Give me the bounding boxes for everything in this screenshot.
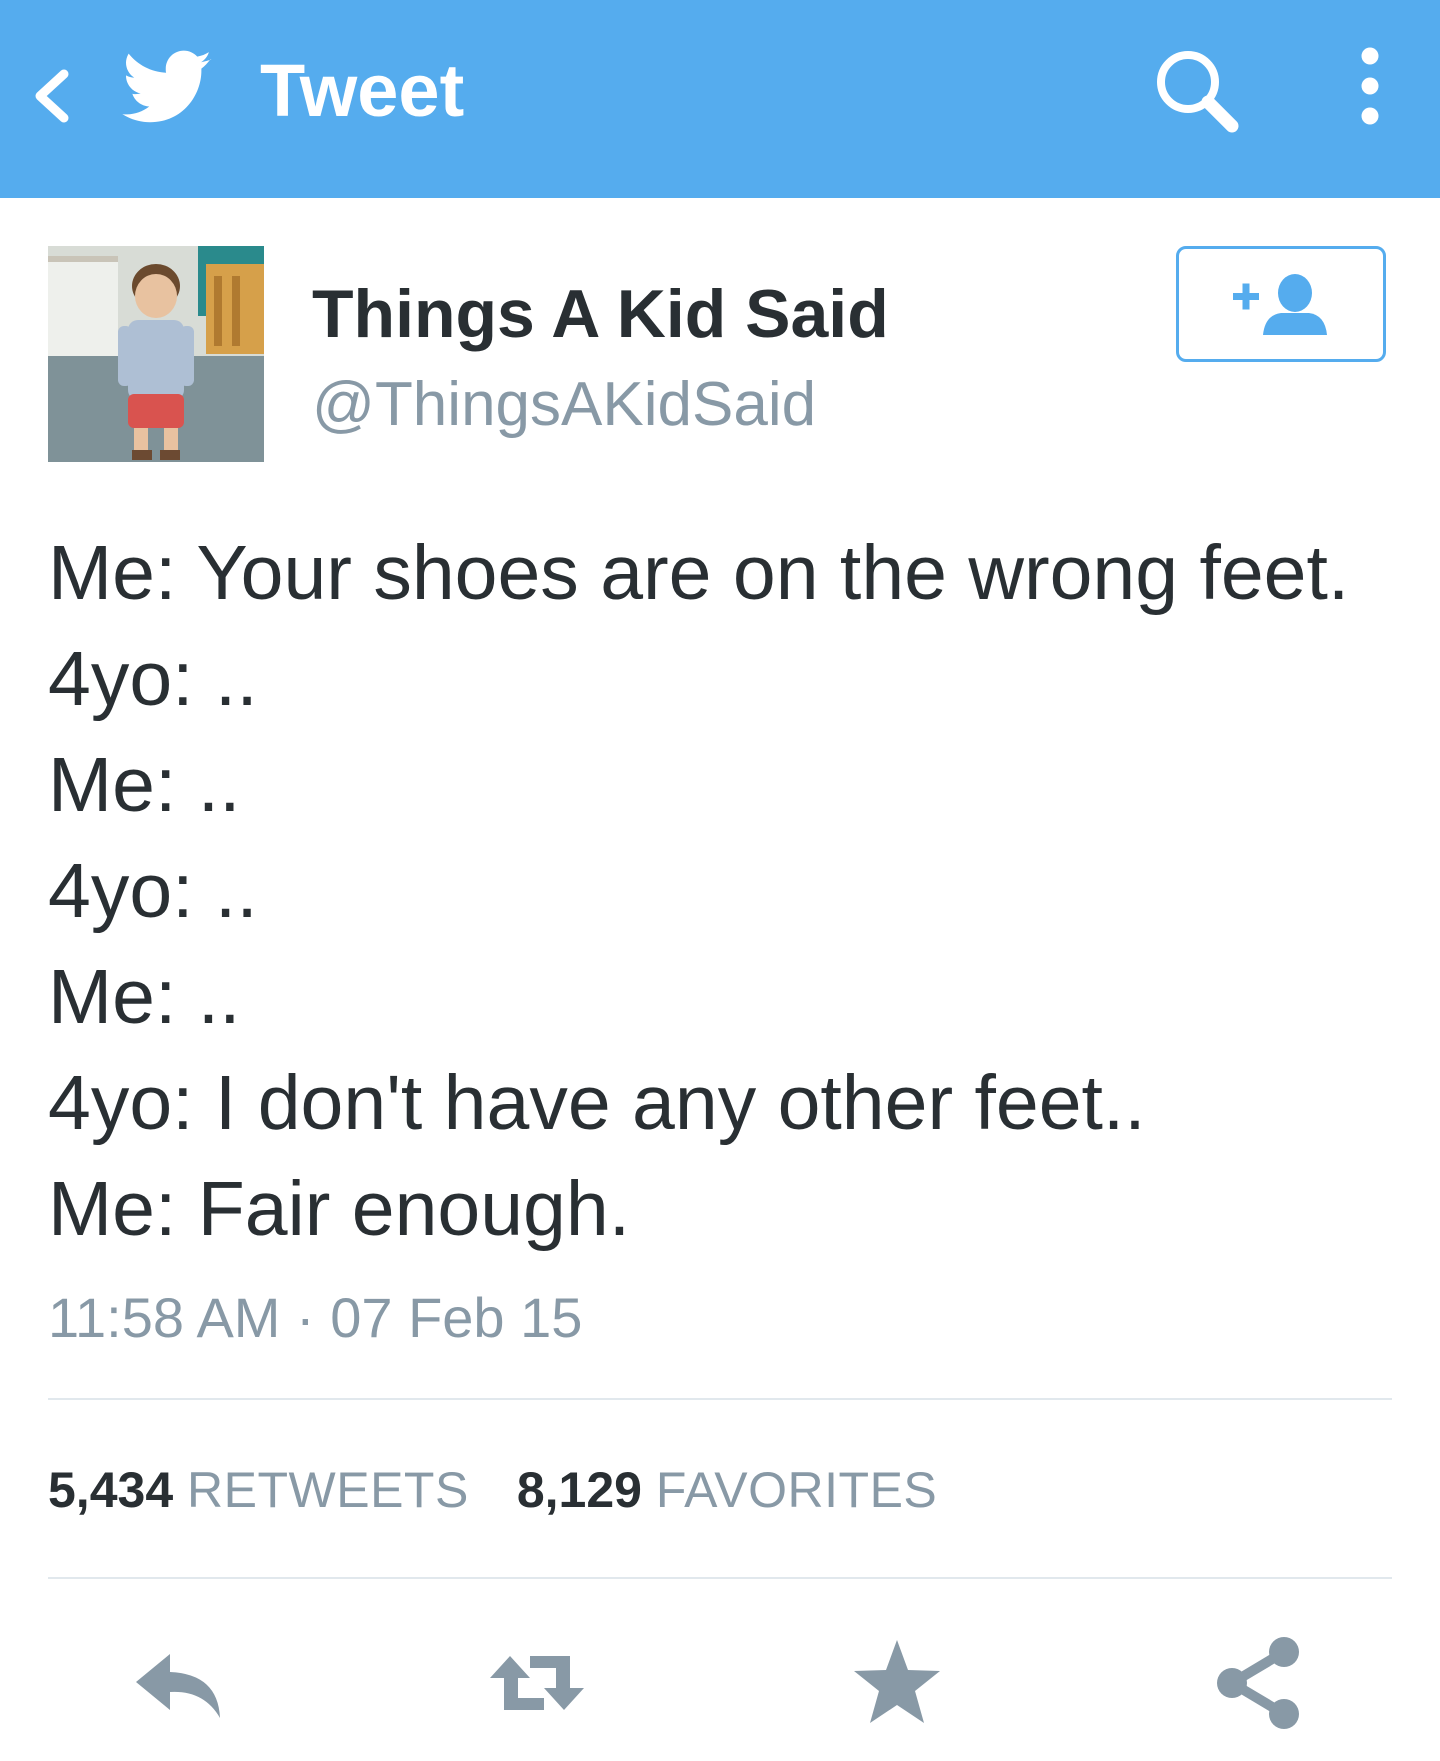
search-button[interactable] (1148, 42, 1248, 142)
tweet-timestamp: 11:58 AM · 07 Feb 15 (48, 1286, 583, 1349)
retweets-stat[interactable]: 5,434 RETWEETS (48, 1462, 469, 1518)
more-options-button[interactable] (1340, 40, 1400, 150)
tweet-line: 4yo: .. (48, 636, 258, 722)
share-button[interactable] (1202, 1628, 1312, 1738)
more-vertical-icon (1361, 47, 1379, 125)
author-handle[interactable]: @ThingsAKidSaid (312, 366, 816, 444)
tweet-line: Me: .. (48, 954, 241, 1040)
search-icon (1157, 51, 1239, 133)
share-icon (1217, 1637, 1299, 1729)
tweet-line: 4yo: I don't have any other feet.. (48, 1060, 1146, 1146)
star-icon (854, 1640, 940, 1723)
tweet-line: 4yo: .. (48, 848, 258, 934)
chevron-left-icon (35, 69, 69, 123)
reply-button[interactable] (124, 1628, 234, 1738)
tweet-line: Me: .. (48, 742, 241, 828)
retweet-icon (490, 1656, 584, 1710)
retweets-label: RETWEETS (187, 1462, 469, 1518)
favorite-button[interactable] (842, 1628, 952, 1738)
tweet-stats: 5,434 RETWEETS 8,129 FAVORITES (48, 1455, 937, 1525)
favorites-label: FAVORITES (655, 1462, 938, 1518)
retweet-button[interactable] (482, 1628, 592, 1738)
top-app-bar: Tweet (0, 0, 1440, 198)
follow-user-icon (1233, 274, 1327, 335)
twitter-bird-icon (118, 42, 218, 132)
back-button[interactable] (26, 56, 76, 136)
tweet-line: Me: Fair enough. (48, 1166, 631, 1252)
author-name[interactable]: Things A Kid Said (312, 272, 889, 356)
avatar[interactable] (48, 246, 264, 462)
favorites-count: 8,129 (516, 1462, 642, 1518)
reply-icon (136, 1654, 220, 1718)
favorites-stat[interactable]: 8,129 FAVORITES (517, 1462, 937, 1518)
tweet-line: Me: Your shoes are on the wrong feet. (48, 530, 1350, 616)
tweet-text: Me: Your shoes are on the wrong feet. 4y… (48, 520, 1408, 1262)
retweets-count: 5,434 (48, 1462, 174, 1518)
follow-button[interactable] (1176, 246, 1386, 362)
divider (48, 1398, 1392, 1400)
divider (48, 1577, 1392, 1579)
page-title: Tweet (260, 49, 465, 132)
